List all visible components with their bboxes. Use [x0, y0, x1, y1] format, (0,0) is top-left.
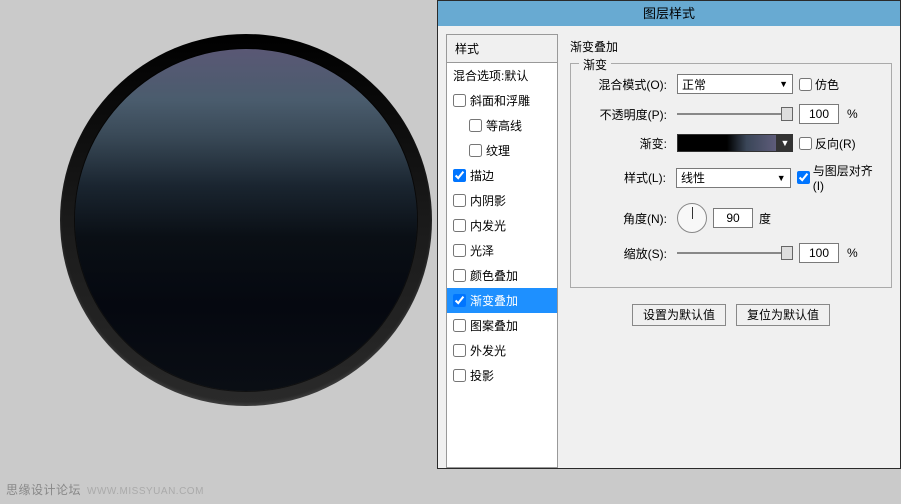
canvas-area: [0, 0, 437, 504]
contour-checkbox[interactable]: [469, 119, 482, 132]
color-overlay-checkbox[interactable]: [453, 269, 466, 282]
drop-shadow-checkbox[interactable]: [453, 369, 466, 382]
dither-checkbox-wrap[interactable]: 仿色: [799, 76, 839, 93]
satin-checkbox[interactable]: [453, 244, 466, 257]
chevron-down-icon: ▼: [777, 173, 786, 183]
scale-input[interactable]: 100: [799, 243, 839, 263]
style-outer-glow[interactable]: 外发光: [447, 338, 557, 363]
dither-checkbox[interactable]: [799, 78, 812, 91]
scale-slider[interactable]: [677, 246, 793, 260]
outer-glow-checkbox[interactable]: [453, 344, 466, 357]
styles-list: 样式 混合选项:默认 斜面和浮雕 等高线 纹理 描边 内阴影 内发光 光泽 颜色…: [446, 34, 558, 468]
gradient-preview[interactable]: [677, 134, 777, 152]
style-bevel[interactable]: 斜面和浮雕: [447, 88, 557, 113]
gradient-overlay-checkbox[interactable]: [453, 294, 466, 307]
align-checkbox[interactable]: [797, 171, 810, 184]
style-select[interactable]: 线性 ▼: [676, 168, 791, 188]
style-label: 样式(L):: [579, 169, 670, 186]
gradient-label: 渐变:: [579, 135, 671, 152]
reset-default-button[interactable]: 复位为默认值: [736, 304, 830, 326]
style-color-overlay[interactable]: 颜色叠加: [447, 263, 557, 288]
pattern-overlay-checkbox[interactable]: [453, 319, 466, 332]
dialog-title[interactable]: 图层样式: [438, 1, 900, 26]
angle-input[interactable]: 90: [713, 208, 753, 228]
texture-checkbox[interactable]: [469, 144, 482, 157]
layer-style-dialog: 图层样式 样式 混合选项:默认 斜面和浮雕 等高线 纹理 描边 内阴影 内发光 …: [437, 0, 901, 469]
inner-glow-checkbox[interactable]: [453, 219, 466, 232]
reverse-checkbox[interactable]: [799, 137, 812, 150]
set-default-button[interactable]: 设置为默认值: [632, 304, 726, 326]
scale-label: 缩放(S):: [579, 245, 671, 262]
style-texture[interactable]: 纹理: [447, 138, 557, 163]
angle-label: 角度(N):: [579, 210, 671, 227]
inner-shadow-checkbox[interactable]: [453, 194, 466, 207]
style-drop-shadow[interactable]: 投影: [447, 363, 557, 388]
style-gradient-overlay[interactable]: 渐变叠加: [447, 288, 557, 313]
align-checkbox-wrap[interactable]: 与图层对齐(I): [797, 162, 883, 193]
style-stroke[interactable]: 描边: [447, 163, 557, 188]
stroke-checkbox[interactable]: [453, 169, 466, 182]
opacity-slider[interactable]: [677, 107, 793, 121]
blending-options-item[interactable]: 混合选项:默认: [447, 63, 557, 88]
style-inner-shadow[interactable]: 内阴影: [447, 188, 557, 213]
section-title: 渐变叠加: [570, 38, 892, 55]
style-contour[interactable]: 等高线: [447, 113, 557, 138]
gradient-fieldset: 渐变 混合模式(O): 正常 ▼ 仿色 不透明度(P): 100 %: [570, 63, 892, 288]
styles-header[interactable]: 样式: [447, 35, 557, 63]
chevron-down-icon: ▼: [779, 79, 788, 89]
circle-gradient-face: [75, 49, 417, 391]
reverse-checkbox-wrap[interactable]: 反向(R): [799, 135, 856, 152]
watermark: 思缘设计论坛WWW.MISSYUAN.COM: [6, 481, 204, 498]
style-pattern-overlay[interactable]: 图案叠加: [447, 313, 557, 338]
gradient-dropdown-icon[interactable]: ▼: [777, 134, 793, 152]
opacity-input[interactable]: 100: [799, 104, 839, 124]
bevel-checkbox[interactable]: [453, 94, 466, 107]
angle-dial[interactable]: [677, 203, 707, 233]
style-inner-glow[interactable]: 内发光: [447, 213, 557, 238]
settings-panel: 渐变叠加 渐变 混合模式(O): 正常 ▼ 仿色 不透明度(P): 100 %: [558, 34, 892, 468]
blend-mode-label: 混合模式(O):: [579, 76, 671, 93]
circle-ring: [60, 34, 432, 406]
blend-mode-select[interactable]: 正常 ▼: [677, 74, 793, 94]
fieldset-legend: 渐变: [579, 56, 611, 73]
opacity-label: 不透明度(P):: [579, 106, 671, 123]
style-satin[interactable]: 光泽: [447, 238, 557, 263]
